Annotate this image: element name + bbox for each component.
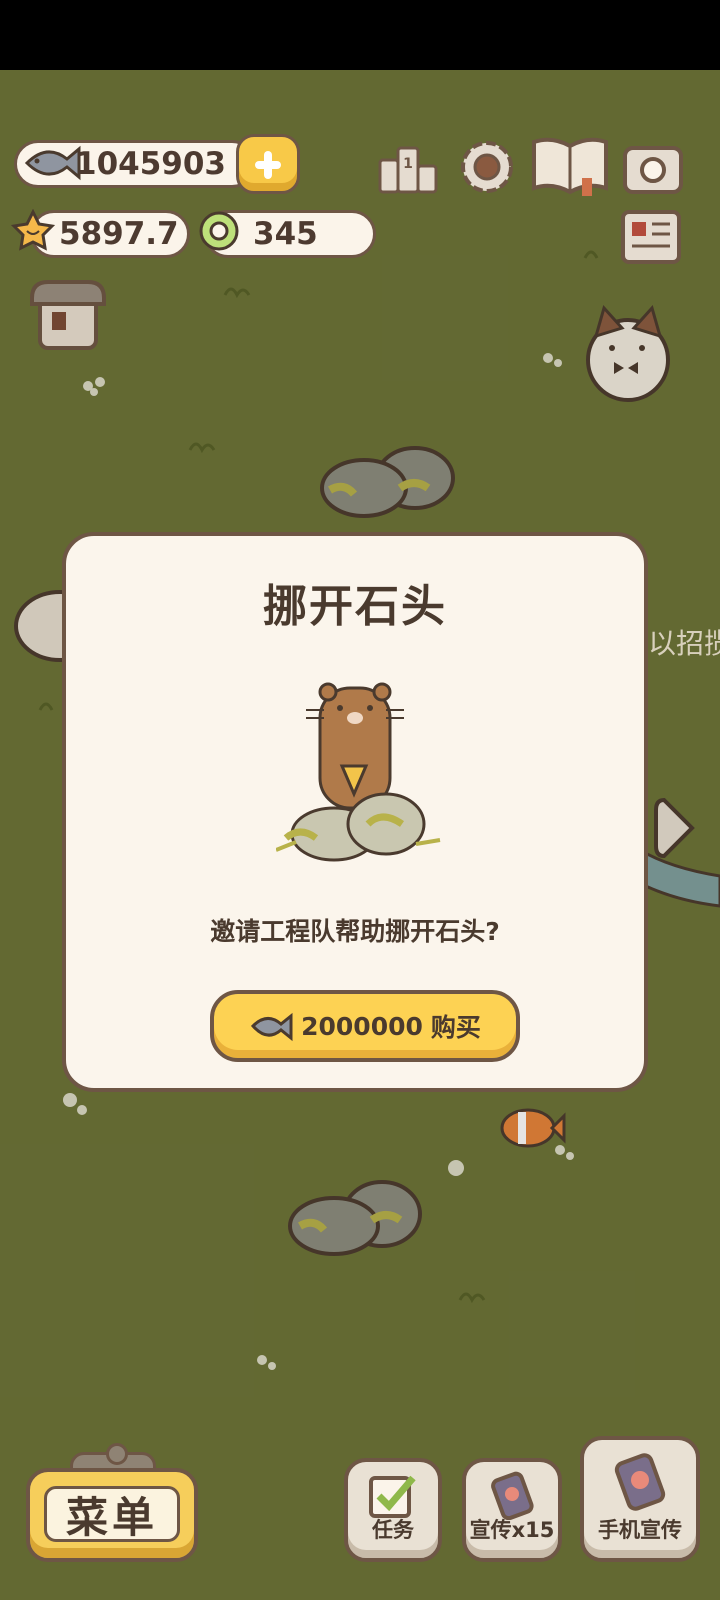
promo-button[interactable]: 宣传x15 <box>462 1458 562 1562</box>
settings-gear-icon[interactable] <box>456 136 518 198</box>
move-rock-dialog: 挪开石头 邀请工程队帮助挪开石头? 2000000 购买 <box>62 532 648 1092</box>
menu-label: 菜单 <box>44 1486 180 1542</box>
checklist-icon <box>369 1475 416 1518</box>
fish-icon <box>24 145 81 181</box>
phone-promo-icon <box>614 1453 666 1511</box>
buy-label: 购买 <box>430 1013 481 1042</box>
promo-label: 宣传x15 <box>469 1518 555 1542</box>
gem-currency-pill: 345 <box>199 210 376 258</box>
gem-ring-icon <box>199 211 239 251</box>
menu-button[interactable]: 菜单 <box>26 1468 198 1562</box>
catalog-book-icon[interactable] <box>530 134 610 198</box>
phone-promo-label: 手机宣传 <box>598 1518 682 1542</box>
tasks-button[interactable]: 任务 <box>344 1458 442 1562</box>
fish-currency-pill: 1045903 <box>14 140 256 188</box>
buy-price: 2000000 <box>301 1011 423 1041</box>
star-amount: 5897.7 <box>59 216 179 252</box>
side-hint-text: 以招揽 <box>648 627 720 660</box>
ranking-icon[interactable]: 1 <box>378 138 440 196</box>
dialog-message: 邀请工程队帮助挪开石头? <box>210 917 500 946</box>
system-status-bar <box>0 0 720 70</box>
tasks-label: 任务 <box>372 1518 414 1542</box>
phone-promo-icon <box>491 1471 534 1520</box>
fish-amount: 1045903 <box>75 146 226 182</box>
add-fish-button[interactable] <box>236 134 300 194</box>
gem-amount: 345 <box>253 216 318 252</box>
phone-promo-button[interactable]: 手机宣传 <box>580 1436 700 1562</box>
camera-icon[interactable] <box>622 138 684 196</box>
star-icon <box>11 209 55 251</box>
svg-text:1: 1 <box>403 156 413 172</box>
otter-worker-illustration <box>276 682 441 862</box>
newspaper-icon[interactable] <box>620 208 682 266</box>
star-currency-pill: 5897.7 <box>11 209 190 258</box>
dialog-title: 挪开石头 <box>263 581 447 632</box>
fish-icon <box>251 1012 293 1042</box>
buy-button[interactable]: 2000000 购买 <box>210 990 520 1062</box>
